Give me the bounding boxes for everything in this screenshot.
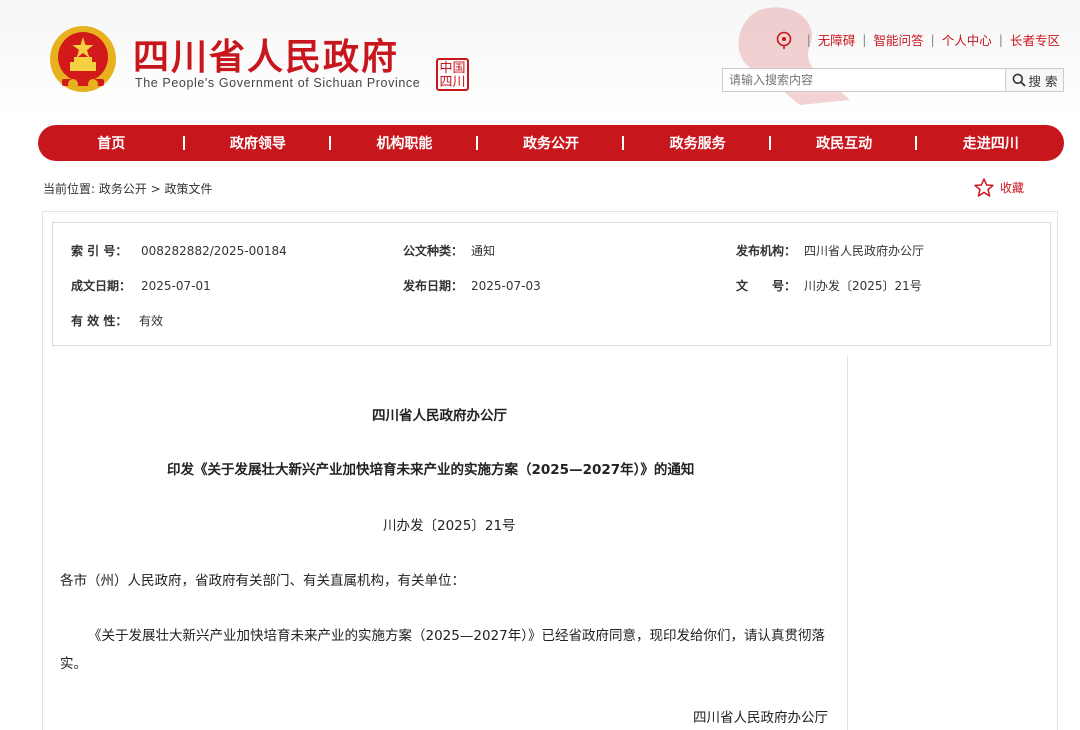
- meta-type-value: 通知: [471, 244, 496, 258]
- nav-about-sichuan[interactable]: 走进四川: [917, 133, 1064, 153]
- meta-published-value: 2025-07-03: [471, 279, 541, 293]
- meta-written-value: 2025-07-01: [141, 279, 211, 293]
- search-button[interactable]: 搜 索: [1005, 69, 1063, 91]
- meta-validity: 有 效 性： 有效: [71, 312, 163, 329]
- nav-home[interactable]: 首页: [38, 133, 185, 153]
- site-subtitle: The People's Government of Sichuan Provi…: [135, 76, 421, 90]
- meta-issuer-value: 四川省人民政府办公厅: [804, 244, 925, 258]
- search-icon: [1012, 73, 1026, 87]
- national-emblem-icon: [50, 26, 116, 92]
- watermark-decoration: [738, 7, 850, 106]
- meta-written-label: 成文日期：: [71, 279, 132, 293]
- nav-government-services[interactable]: 政务服务: [624, 133, 771, 153]
- meta-validity-value: 有效: [139, 314, 164, 328]
- search-input[interactable]: [723, 69, 1003, 91]
- meta-published-label: 发布日期：: [403, 279, 464, 293]
- document-salutation: 各市（州）人民政府，省政府有关部门、有关直属机构，有关单位：: [60, 573, 465, 589]
- location-icon[interactable]: [776, 31, 792, 49]
- document-metadata: 索 引 号： 008282882/2025-00184 公文种类： 通知 发布机构：…: [52, 222, 1051, 346]
- search-box: 搜 索: [722, 68, 1064, 92]
- document-number: 川办发〔2025〕21号: [383, 518, 516, 534]
- meta-docno-label: 文 号：: [736, 279, 797, 293]
- document-issuer: 四川省人民政府办公厅: [372, 408, 507, 424]
- meta-type-label: 公文种类：: [403, 244, 464, 258]
- meta-index: 索 引 号： 008282882/2025-00184: [71, 242, 287, 259]
- document-signature: 四川省人民政府办公厅: [693, 710, 828, 726]
- nav-public-interaction[interactable]: 政民互动: [771, 133, 918, 153]
- seal-logo: 中国 四川: [436, 58, 469, 91]
- meta-validity-label: 有 效 性：: [71, 314, 128, 328]
- search-button-label: 搜 索: [1028, 73, 1058, 89]
- top-links: | 无障碍 | 智能问答 | 个人中心 | 长者专区: [776, 30, 1060, 49]
- meta-index-value: 008282882/2025-00184: [141, 244, 287, 258]
- site-title: 四川省人民政府: [133, 37, 400, 78]
- link-personal-center[interactable]: 个人中心: [942, 30, 992, 49]
- nav-government-leaders[interactable]: 政府领导: [185, 133, 332, 153]
- meta-written-date: 成文日期： 2025-07-01: [71, 277, 211, 294]
- link-smart-qa[interactable]: 智能问答: [874, 30, 924, 49]
- link-elderly-zone[interactable]: 长者专区: [1010, 30, 1060, 49]
- main-navbar: 首页 政府领导 机构职能 政务公开 政务服务 政民互动 走进四川: [38, 125, 1064, 161]
- content-divider: [847, 355, 848, 730]
- nav-government-affairs[interactable]: 政务公开: [478, 133, 625, 153]
- meta-published-date: 发布日期： 2025-07-03: [403, 277, 541, 294]
- meta-issuer: 发布机构： 四川省人民政府办公厅: [736, 242, 924, 259]
- meta-type: 公文种类： 通知: [403, 242, 495, 259]
- meta-docno-value: 川办发〔2025〕21号: [804, 279, 922, 293]
- star-icon: [974, 178, 994, 197]
- meta-index-label: 索 引 号：: [71, 244, 128, 258]
- document-title: 印发《关于发展壮大新兴产业加快培育未来产业的实施方案（2025—2027年）》的…: [167, 462, 695, 478]
- favorite-button[interactable]: 收藏: [974, 178, 1024, 197]
- document-body-line2: 实。: [60, 656, 87, 672]
- seal-text: 中国 四川: [439, 61, 466, 90]
- document-body-line1: 《关于发展壮大新兴产业加快培育未来产业的实施方案（2025—2027年）》已经省…: [88, 628, 825, 644]
- link-accessibility[interactable]: 无障碍: [818, 30, 856, 49]
- nav-institutions[interactable]: 机构职能: [331, 133, 478, 153]
- meta-issuer-label: 发布机构：: [736, 244, 797, 258]
- favorite-label: 收藏: [1000, 181, 1025, 195]
- meta-doc-number: 文 号： 川办发〔2025〕21号: [736, 277, 922, 294]
- breadcrumb[interactable]: 当前位置: 政务公开 > 政策文件: [43, 180, 213, 197]
